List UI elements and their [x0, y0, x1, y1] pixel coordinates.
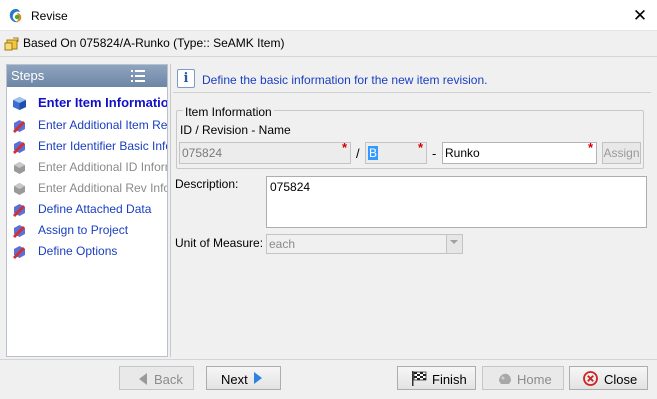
item-name-field[interactable]: Runko [442, 142, 597, 164]
based-on-header: Based On 075824/A-Runko (Type:: SeAMK It… [0, 31, 657, 57]
revision-name-separator: - [432, 146, 437, 161]
step-identifier-basic-info[interactable]: Enter Identifier Basic Information [7, 137, 167, 157]
back-button[interactable]: Back [119, 366, 194, 390]
close-circle-icon [583, 371, 598, 386]
checkered-flag-icon [412, 371, 427, 386]
info-icon: i [177, 69, 195, 88]
home-icon [499, 373, 511, 384]
panel-divider [170, 64, 171, 357]
steps-title: Steps [11, 68, 45, 83]
disabled-cube-icon [14, 162, 25, 174]
step-additional-item-revision[interactable]: Enter Additional Item Revision Informati… [7, 116, 167, 136]
id-revision-name-label: ID / Revision - Name [180, 123, 291, 137]
item-id-field[interactable]: 075824 [179, 142, 351, 164]
footer-divider [0, 359, 657, 360]
pencil-cube-icon [13, 225, 25, 238]
steps-header: Steps [7, 65, 167, 87]
window-close-icon[interactable]: ✕ [630, 6, 650, 26]
unit-of-measure-label: Unit of Measure: [175, 236, 264, 250]
disabled-cube-icon [14, 183, 25, 195]
pencil-cube-icon [13, 141, 25, 154]
required-marker: * [342, 140, 348, 155]
item-information-title: Item Information [183, 105, 274, 119]
step-define-options[interactable]: Define Options [7, 242, 167, 262]
unit-of-measure-select[interactable]: each [266, 234, 463, 254]
cube-icon [13, 97, 26, 110]
window-title: Revise [31, 9, 68, 23]
info-banner: i Define the basic information for the n… [173, 66, 651, 93]
unit-of-measure-dropdown-button[interactable] [446, 235, 462, 253]
revision-value: B [368, 146, 379, 160]
pencil-cube-icon [13, 120, 25, 133]
required-marker: * [588, 140, 594, 155]
assign-button[interactable]: Assign [602, 142, 641, 164]
pencil-cube-icon [13, 204, 25, 217]
description-textarea[interactable]: 075824 [266, 176, 647, 228]
based-on-text: Based On 075824/A-Runko (Type:: SeAMK It… [23, 36, 285, 50]
pencil-cube-icon [13, 246, 25, 259]
home-button[interactable]: Home [482, 366, 564, 390]
step-assign-to-project[interactable]: Assign to Project [7, 221, 167, 241]
step-additional-id-info[interactable]: Enter Additional ID Information [7, 158, 167, 178]
app-icon [9, 9, 22, 23]
steps-panel: Steps Enter Item Information Enter Addit… [6, 64, 168, 357]
id-revision-separator: / [356, 146, 360, 161]
finish-button[interactable]: Finish [397, 366, 476, 390]
required-marker: * [418, 140, 424, 155]
title-bar: Revise ✕ [0, 0, 657, 31]
step-define-attached-data[interactable]: Define Attached Data [7, 200, 167, 220]
close-button[interactable]: Close [569, 366, 648, 390]
step-additional-rev-info[interactable]: Enter Additional Rev Information [7, 179, 167, 199]
description-label: Description: [175, 177, 239, 191]
info-text: Define the basic information for the new… [202, 73, 488, 87]
back-arrow-icon [139, 373, 147, 385]
next-button[interactable]: Next [206, 366, 281, 390]
chevron-down-icon [450, 240, 458, 244]
step-enter-item-information[interactable]: Enter Item Information [7, 94, 167, 114]
item-revision-icon [4, 37, 19, 51]
next-arrow-icon [254, 372, 262, 384]
list-toggle-icon[interactable] [131, 70, 145, 82]
